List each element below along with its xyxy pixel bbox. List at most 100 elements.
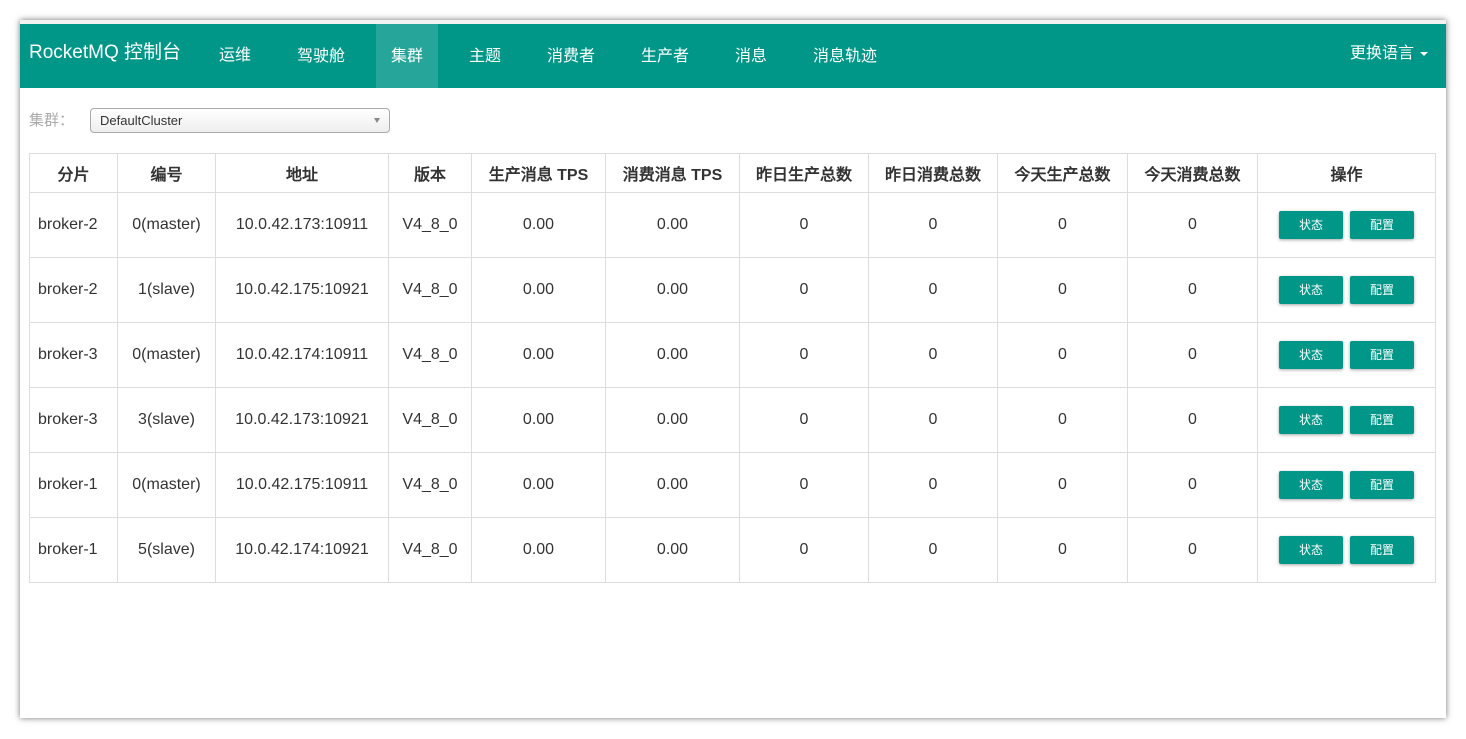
cell-yesterday-produced: 0 xyxy=(739,517,869,583)
brand-title[interactable]: RocketMQ 控制台 xyxy=(29,41,181,65)
cell-today-produced: 0 xyxy=(997,322,1128,388)
cluster-select[interactable]: DefaultCluster xyxy=(90,108,390,133)
cell-version: V4_8_0 xyxy=(388,192,472,258)
language-dropdown[interactable]: 更换语言 xyxy=(1350,24,1428,88)
column-header-today-produced: 今天生产总数 xyxy=(997,153,1128,193)
cell-id: 0(master) xyxy=(117,322,216,388)
config-button[interactable]: 配置 xyxy=(1350,276,1414,304)
cell-today-produced: 0 xyxy=(997,192,1128,258)
nav-item-consumer[interactable]: 消费者 xyxy=(547,24,595,88)
cell-consume-tps: 0.00 xyxy=(605,322,740,388)
nav-item-message-trace[interactable]: 消息轨迹 xyxy=(813,24,877,88)
status-button[interactable]: 状态 xyxy=(1279,406,1343,434)
cell-yesterday-consumed: 0 xyxy=(868,192,998,258)
cell-actions: 状态 配置 xyxy=(1257,387,1436,453)
config-button[interactable]: 配置 xyxy=(1350,536,1414,564)
cell-actions: 状态 配置 xyxy=(1257,322,1436,388)
config-button[interactable]: 配置 xyxy=(1350,211,1414,239)
cell-consume-tps: 0.00 xyxy=(605,517,740,583)
cell-version: V4_8_0 xyxy=(388,517,472,583)
column-header-actions: 操作 xyxy=(1257,153,1436,193)
cell-address: 10.0.42.174:10921 xyxy=(215,517,389,583)
table-row: broker-2 1(slave) 10.0.42.175:10921 V4_8… xyxy=(29,257,1436,323)
cell-produce-tps: 0.00 xyxy=(471,257,606,323)
nav-item-message[interactable]: 消息 xyxy=(735,24,767,88)
cell-actions: 状态 配置 xyxy=(1257,257,1436,323)
cell-yesterday-produced: 0 xyxy=(739,257,869,323)
cell-today-produced: 0 xyxy=(997,257,1128,323)
cell-today-produced: 0 xyxy=(997,387,1128,453)
cell-address: 10.0.42.175:10921 xyxy=(215,257,389,323)
cell-today-consumed: 0 xyxy=(1127,452,1258,518)
cell-version: V4_8_0 xyxy=(388,387,472,453)
cell-consume-tps: 0.00 xyxy=(605,257,740,323)
cell-yesterday-consumed: 0 xyxy=(868,322,998,388)
column-header-consume-tps: 消费消息 TPS xyxy=(605,153,740,193)
cell-actions: 状态 配置 xyxy=(1257,192,1436,258)
cell-actions: 状态 配置 xyxy=(1257,452,1436,518)
status-button[interactable]: 状态 xyxy=(1279,471,1343,499)
language-dropdown-label: 更换语言 xyxy=(1349,45,1414,62)
cell-shard: broker-2 xyxy=(29,192,118,258)
cell-consume-tps: 0.00 xyxy=(605,387,740,453)
table-row: broker-1 5(slave) 10.0.42.174:10921 V4_8… xyxy=(29,517,1436,583)
cell-shard: broker-1 xyxy=(29,517,118,583)
cell-today-consumed: 0 xyxy=(1127,192,1258,258)
cell-address: 10.0.42.173:10921 xyxy=(215,387,389,453)
column-header-address: 地址 xyxy=(215,153,389,193)
nav-item-dashboard[interactable]: 驾驶舱 xyxy=(297,24,345,88)
cell-version: V4_8_0 xyxy=(388,322,472,388)
cell-id: 0(master) xyxy=(117,192,216,258)
cell-yesterday-produced: 0 xyxy=(739,192,869,258)
nav-item-producer[interactable]: 生产者 xyxy=(641,24,689,88)
cell-yesterday-consumed: 0 xyxy=(868,387,998,453)
table-row: broker-3 3(slave) 10.0.42.173:10921 V4_8… xyxy=(29,387,1436,453)
status-button[interactable]: 状态 xyxy=(1279,341,1343,369)
cell-shard: broker-3 xyxy=(29,387,118,453)
cell-id: 5(slave) xyxy=(117,517,216,583)
app-window: RocketMQ 控制台 运维 驾驶舱 集群 主题 消费者 生产者 消息 消息轨… xyxy=(20,20,1446,718)
table-header-row: 分片 编号 地址 版本 生产消息 TPS 消费消息 TPS 昨日生产总数 昨日消… xyxy=(29,153,1436,193)
column-header-version: 版本 xyxy=(388,153,472,193)
cluster-filter-label: 集群： xyxy=(29,112,75,129)
column-header-yesterday-produced: 昨日生产总数 xyxy=(739,153,869,193)
cell-today-consumed: 0 xyxy=(1127,257,1258,323)
column-header-produce-tps: 生产消息 TPS xyxy=(471,153,606,193)
cell-consume-tps: 0.00 xyxy=(605,452,740,518)
cell-yesterday-produced: 0 xyxy=(739,322,869,388)
cell-produce-tps: 0.00 xyxy=(471,387,606,453)
cell-produce-tps: 0.00 xyxy=(471,322,606,388)
config-button[interactable]: 配置 xyxy=(1350,341,1414,369)
table-row: broker-1 0(master) 10.0.42.175:10911 V4_… xyxy=(29,452,1436,518)
cell-produce-tps: 0.00 xyxy=(471,452,606,518)
status-button[interactable]: 状态 xyxy=(1279,211,1343,239)
cell-id: 1(slave) xyxy=(117,257,216,323)
broker-table: 分片 编号 地址 版本 生产消息 TPS 消费消息 TPS 昨日生产总数 昨日消… xyxy=(29,153,1436,583)
status-button[interactable]: 状态 xyxy=(1279,276,1343,304)
cell-yesterday-consumed: 0 xyxy=(868,452,998,518)
nav-item-ops[interactable]: 运维 xyxy=(219,24,251,88)
cell-today-consumed: 0 xyxy=(1127,387,1258,453)
nav-item-topic[interactable]: 主题 xyxy=(469,24,501,88)
cell-id: 0(master) xyxy=(117,452,216,518)
cell-yesterday-produced: 0 xyxy=(739,387,869,453)
cell-address: 10.0.42.175:10911 xyxy=(215,452,389,518)
cell-shard: broker-1 xyxy=(29,452,118,518)
status-button[interactable]: 状态 xyxy=(1279,536,1343,564)
config-button[interactable]: 配置 xyxy=(1350,406,1414,434)
navbar: RocketMQ 控制台 运维 驾驶舱 集群 主题 消费者 生产者 消息 消息轨… xyxy=(20,24,1446,88)
nav-item-cluster[interactable]: 集群 xyxy=(376,24,438,88)
cell-version: V4_8_0 xyxy=(388,257,472,323)
cell-yesterday-consumed: 0 xyxy=(868,517,998,583)
cluster-select-value: DefaultCluster xyxy=(100,113,183,128)
config-button[interactable]: 配置 xyxy=(1350,471,1414,499)
cell-address: 10.0.42.173:10911 xyxy=(215,192,389,258)
table-row: broker-2 0(master) 10.0.42.173:10911 V4_… xyxy=(29,192,1436,258)
cell-address: 10.0.42.174:10911 xyxy=(215,322,389,388)
cell-produce-tps: 0.00 xyxy=(471,517,606,583)
caret-down-icon xyxy=(1420,51,1428,56)
cell-produce-tps: 0.00 xyxy=(471,192,606,258)
column-header-today-consumed: 今天消费总数 xyxy=(1127,153,1258,193)
column-header-id: 编号 xyxy=(117,153,216,193)
cell-actions: 状态 配置 xyxy=(1257,517,1436,583)
